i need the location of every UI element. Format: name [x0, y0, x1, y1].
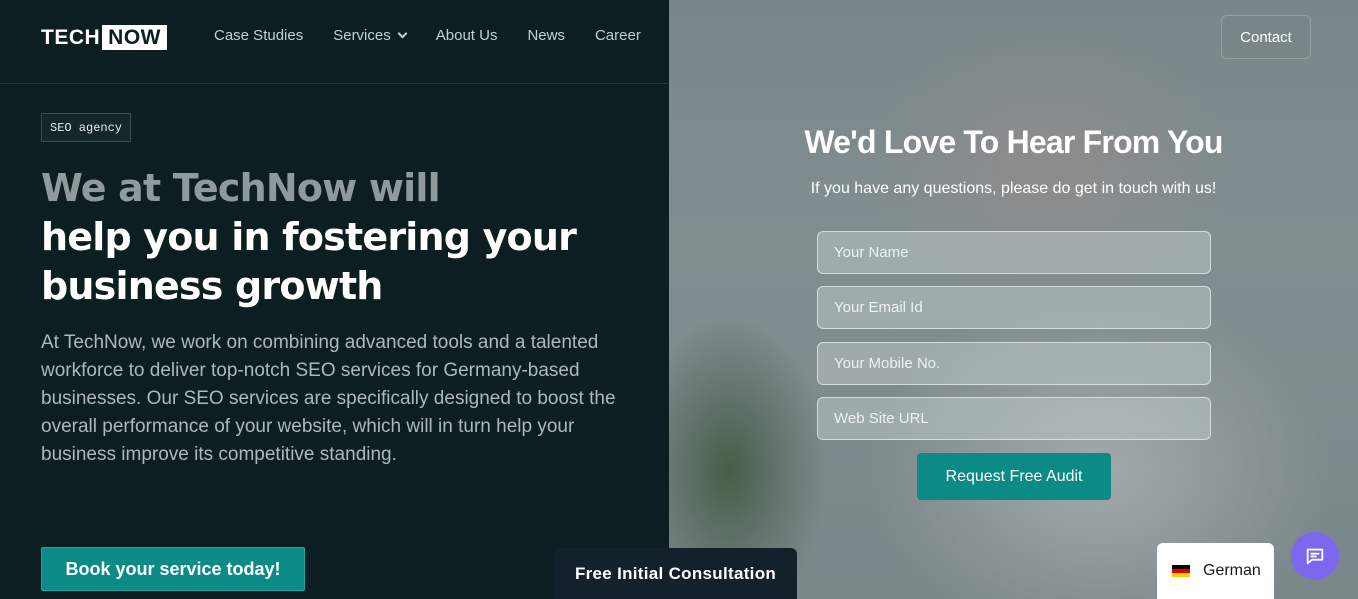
language-label: German: [1203, 562, 1261, 579]
email-input[interactable]: [817, 286, 1211, 329]
free-consultation-tab[interactable]: Free Initial Consultation: [554, 548, 797, 599]
name-input[interactable]: [817, 231, 1211, 274]
main-nav: Case Studies Services About Us News Care…: [214, 27, 641, 44]
logo-text-tech: TECH: [41, 25, 101, 49]
website-url-input[interactable]: [817, 397, 1211, 440]
nav-item-services[interactable]: Services: [333, 27, 408, 44]
nav-item-case-studies[interactable]: Case Studies: [214, 27, 303, 44]
hero-paragraph: At TechNow, we work on combining advance…: [41, 332, 616, 465]
nav-item-about-us[interactable]: About Us: [436, 27, 498, 44]
nav-item-news[interactable]: News: [527, 27, 565, 44]
mobile-input[interactable]: [817, 342, 1211, 385]
form-subtitle: If you have any questions, please do get…: [810, 180, 1217, 197]
hero-heading-line3: business growth: [41, 264, 383, 308]
chevron-down-icon: [397, 28, 408, 39]
chat-button[interactable]: [1291, 532, 1339, 580]
logo-text-now: NOW: [102, 25, 167, 50]
german-flag-icon: [1172, 565, 1190, 577]
header-divider: [0, 83, 669, 84]
hero-heading-line2: help you in fostering your: [41, 215, 577, 259]
seo-agency-badge: SEO agency: [41, 113, 132, 142]
nav-item-career[interactable]: Career: [595, 27, 641, 44]
nav-item-services-label: Services: [333, 27, 391, 44]
language-switcher[interactable]: German: [1157, 543, 1274, 599]
request-audit-button[interactable]: Request Free Audit: [917, 453, 1111, 500]
book-service-button[interactable]: Book your service today!: [41, 547, 305, 591]
logo[interactable]: TECH NOW: [41, 25, 167, 50]
chat-bubble-icon: [1306, 548, 1324, 565]
hero-heading: We at TechNow will help you in fostering…: [41, 164, 577, 311]
form-title: We'd Love To Hear From You: [804, 124, 1223, 160]
hero-heading-line1: We at TechNow will: [41, 166, 441, 210]
contact-button[interactable]: Contact: [1221, 15, 1311, 59]
